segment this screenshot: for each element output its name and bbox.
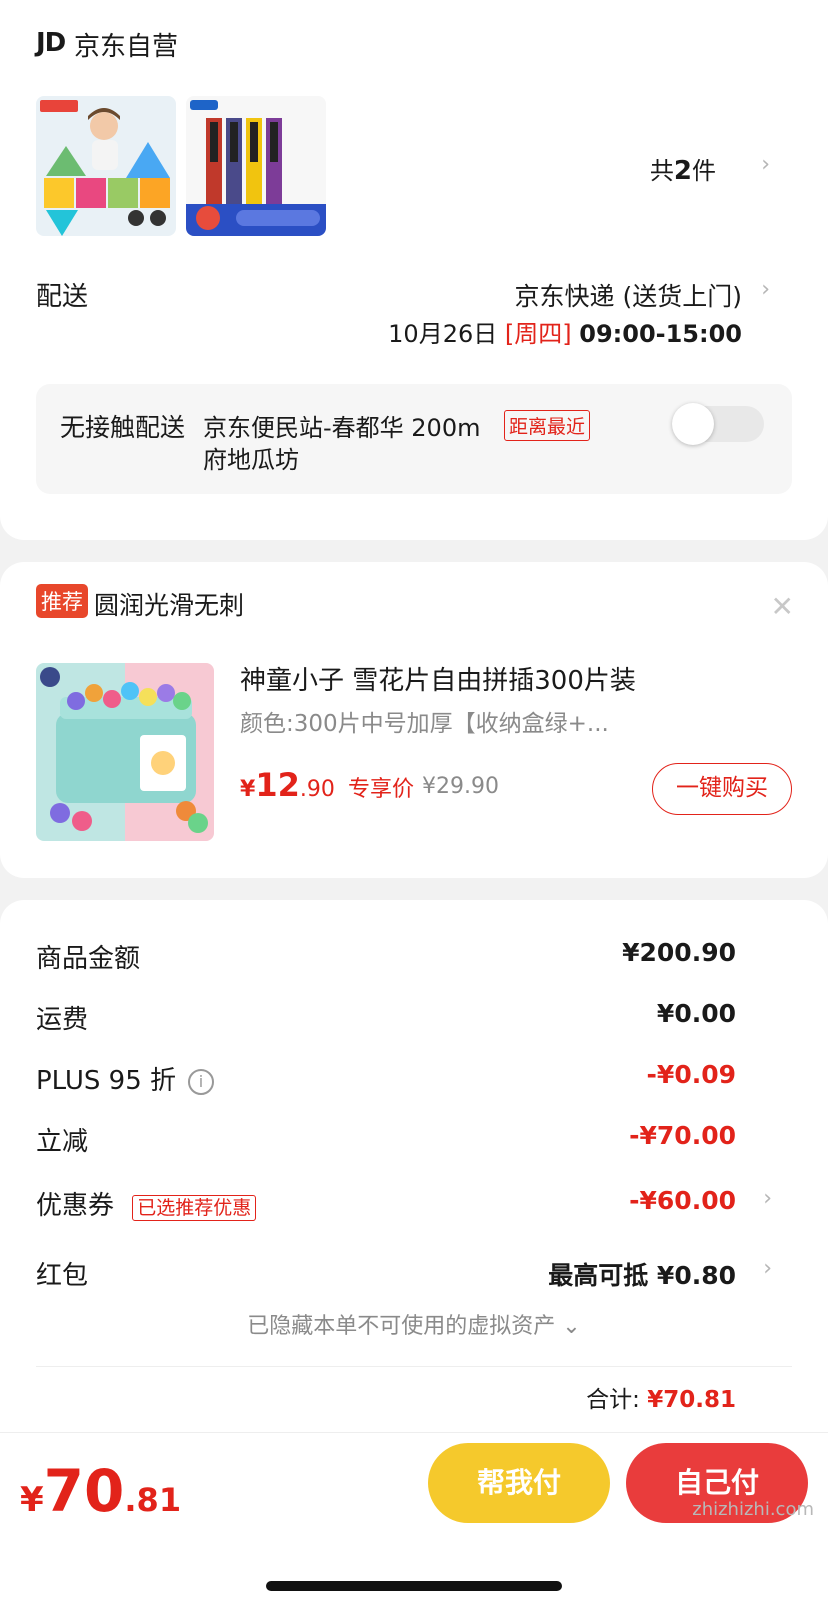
grand-total: ¥70.81 bbox=[20, 1457, 181, 1525]
price-label: 专享价 bbox=[347, 777, 414, 802]
info-icon[interactable]: i bbox=[188, 1068, 215, 1095]
coupon-label: 优惠券 bbox=[36, 1191, 115, 1221]
nearest-tag: 距离最近 bbox=[504, 410, 591, 441]
red-packet-text: 最高可抵 ¥0.80 bbox=[548, 1261, 736, 1290]
total-value: ¥70.81 bbox=[647, 1387, 736, 1413]
grand-total-integer: 70 bbox=[43, 1457, 125, 1525]
no-contact-toggle[interactable] bbox=[672, 403, 764, 445]
price-decimal: .90 bbox=[299, 777, 335, 802]
original-price: ¥29.90 bbox=[422, 774, 499, 799]
watermark: zhizhizhi.com bbox=[692, 1499, 814, 1520]
instant-discount-label: 立减 bbox=[36, 1127, 89, 1157]
product-thumb-toothbrushes[interactable] bbox=[186, 96, 326, 236]
price-symbol: ¥ bbox=[240, 777, 256, 802]
toggle-knob bbox=[672, 403, 714, 445]
divider bbox=[36, 1366, 792, 1367]
grand-total-decimal: .81 bbox=[124, 1481, 182, 1519]
delivery-label: 配送 bbox=[36, 282, 89, 312]
close-icon[interactable]: ✕ bbox=[771, 590, 794, 623]
product-thumb-magnetic-tiles[interactable] bbox=[36, 96, 176, 236]
delivery-date: 10月26日 bbox=[388, 320, 498, 348]
recommend-price: ¥12.90 专享价 bbox=[240, 766, 414, 804]
jd-logo: JD bbox=[36, 28, 66, 58]
hidden-assets-toggle[interactable]: 已隐藏本单不可使用的虚拟资产 ⌄ bbox=[0, 1308, 828, 1340]
red-packet-value[interactable]: 最高可抵 ¥0.80 bbox=[548, 1256, 736, 1292]
hidden-assets-note: 已隐藏本单不可使用的虚拟资产 bbox=[247, 1314, 556, 1339]
delivery-weekday: [周四] bbox=[504, 320, 572, 348]
plus-discount-value: -¥0.09 bbox=[646, 1060, 736, 1089]
no-contact-delivery-box: 无接触配送 京东便民站-春都华 200m 距离最近 府地瓜坊 bbox=[36, 384, 792, 494]
delivery-time[interactable]: 10月26日 [周四] 09:00-15:00 bbox=[388, 314, 742, 349]
delivery-timeslot: 09:00-15:00 bbox=[579, 320, 742, 348]
order-card: JD 京东自营 共2件 › 配送 京东快递 (送货上门) › 10月26日 [周… bbox=[0, 0, 828, 540]
items-count-suffix: 件 bbox=[692, 157, 716, 185]
items-count[interactable]: 共2件 bbox=[650, 151, 716, 186]
home-indicator[interactable] bbox=[266, 1581, 562, 1591]
one-click-buy-button[interactable]: 一键购买 bbox=[652, 763, 792, 815]
items-count-number: 2 bbox=[673, 156, 692, 186]
pickup-station-line2: 府地瓜坊 bbox=[203, 446, 299, 474]
chevron-down-icon: ⌄ bbox=[562, 1314, 581, 1339]
store-name: 京东自营 bbox=[74, 32, 179, 62]
total-label: 合计: bbox=[586, 1387, 640, 1413]
red-packet-label: 红包 bbox=[36, 1261, 89, 1291]
price-integer: 12 bbox=[255, 766, 300, 804]
recommend-product-spec: 颜色:300片中号加厚【收纳盒绿+... bbox=[240, 711, 609, 737]
recommend-product-image[interactable] bbox=[36, 663, 214, 841]
instant-discount-value: -¥70.00 bbox=[629, 1121, 736, 1150]
chevron-right-icon[interactable]: › bbox=[761, 152, 770, 177]
goods-amount-label: 商品金额 bbox=[36, 944, 141, 974]
help-me-pay-button[interactable]: 帮我付 bbox=[428, 1443, 610, 1523]
delivery-method[interactable]: 京东快递 (送货上门) bbox=[515, 277, 742, 313]
plus-discount-row: PLUS 95 折 i bbox=[36, 1060, 215, 1097]
fee-breakdown-card: 商品金额 ¥200.90 运费 ¥0.00 PLUS 95 折i -¥0.09 … bbox=[0, 900, 828, 1460]
chevron-right-icon[interactable]: › bbox=[761, 277, 770, 302]
coupon-value[interactable]: -¥60.00 bbox=[629, 1186, 736, 1215]
total-row: 合计: ¥70.81 bbox=[586, 1380, 736, 1414]
shipping-label: 运费 bbox=[36, 1005, 89, 1035]
recommend-title: 圆润光滑无刺 bbox=[94, 591, 245, 620]
chevron-right-icon[interactable]: › bbox=[763, 1186, 772, 1211]
recommendation-card: 推荐 圆润光滑无刺 ✕ 神童小子 雪花片自由拼插300片装 颜色:300片中号加… bbox=[0, 562, 828, 878]
chevron-right-icon[interactable]: › bbox=[763, 1256, 772, 1281]
pickup-station: 京东便民站-春都华 200m bbox=[203, 414, 481, 442]
goods-amount-value: ¥200.90 bbox=[622, 938, 736, 967]
recommend-badge: 推荐 bbox=[36, 584, 88, 618]
grand-total-symbol: ¥ bbox=[20, 1480, 44, 1520]
no-contact-label: 无接触配送 bbox=[60, 413, 186, 442]
plus-discount-label: PLUS 95 折 bbox=[36, 1066, 177, 1096]
checkout-bar: ¥70.81 帮我付 自己付 zhizhizhi.com bbox=[0, 1432, 828, 1603]
shipping-value: ¥0.00 bbox=[656, 999, 736, 1028]
coupon-tag: 已选推荐优惠 bbox=[132, 1195, 257, 1221]
recommend-product-name[interactable]: 神童小子 雪花片自由拼插300片装 bbox=[240, 660, 636, 697]
items-count-prefix: 共 bbox=[649, 157, 674, 185]
coupon-row[interactable]: 优惠券 已选推荐优惠 bbox=[36, 1185, 257, 1222]
